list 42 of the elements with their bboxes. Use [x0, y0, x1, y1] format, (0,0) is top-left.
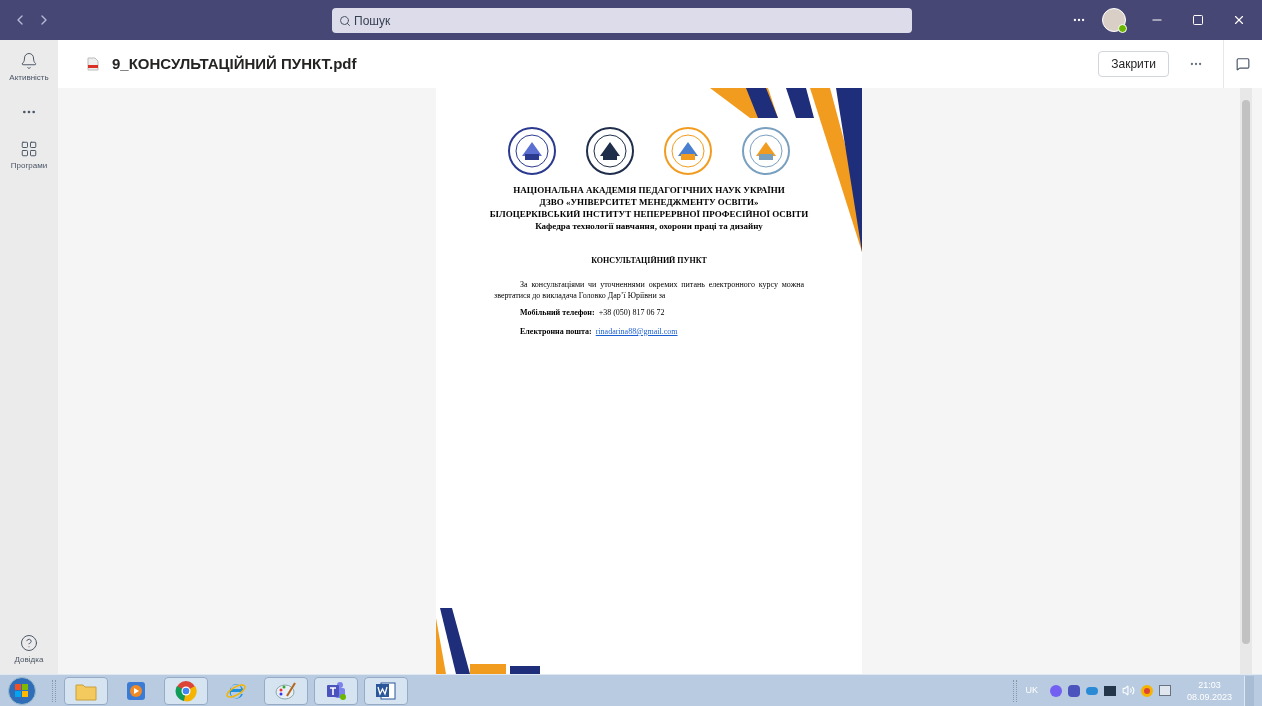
emblem-icon: [663, 126, 713, 176]
maximize-icon[interactable]: [1192, 14, 1204, 26]
organization-name: ДЗВО «УНІВЕРСИТЕТ МЕНЕДЖМЕНТУ ОСВІТИ»: [539, 196, 759, 208]
taskbar-app[interactable]: [264, 676, 308, 705]
contact-paragraph: За консультаціями чи уточненнями окремих питань електронного курсу можна звертатися до викладача Головко Дар’ї Юріївни за: [494, 279, 804, 301]
phone-number: +38 (050) 817 06 72: [598, 307, 665, 319]
email-link[interactable]: rinadarina88@gmail.com: [595, 326, 678, 338]
scrollbar[interactable]: [1240, 88, 1252, 674]
avatar[interactable]: [1102, 8, 1126, 32]
scrollbar-thumb[interactable]: [1242, 100, 1250, 644]
document-heading: КОНСУЛЬТАЦІЙНИЙ ПУНКТ: [591, 255, 707, 267]
taskbar-app[interactable]: [314, 676, 358, 705]
email-label: Електронна пошта:: [520, 326, 592, 338]
organization-name: НАЦІОНАЛЬНА АКАДЕМІЯ ПЕДАГОГІЧНИХ НАУК УКРАЇНИ: [513, 184, 785, 196]
emblem-icon: [585, 126, 635, 176]
start-button[interactable]: [8, 676, 36, 705]
palette-icon: [275, 680, 297, 701]
emblem-icon: [741, 126, 791, 176]
taskbar-app[interactable]: [364, 676, 408, 705]
file-name: 9_КОНСУЛЬТАЦІЙНИЙ ПУНКТ.pdf: [112, 53, 357, 74]
pdf-file-icon: [86, 57, 100, 71]
close-icon[interactable]: [1232, 13, 1246, 27]
organization-name: БІЛОЦЕРКІВСЬКИЙ ІНСТИТУТ НЕПЕРЕРВНОЇ ПРОФЕСІЙНОЇ ОСВІТИ: [489, 208, 809, 220]
browser-icon: [175, 679, 197, 702]
play-icon: [126, 680, 146, 701]
search-field[interactable]: Пошук: [332, 8, 912, 33]
apps-icon: [20, 140, 38, 158]
windows-logo-icon: [15, 683, 29, 698]
document-w-icon: [375, 680, 397, 701]
rail-button[interactable]: Довідка: [0, 626, 58, 674]
chat-icon[interactable]: [1236, 57, 1250, 71]
search-icon: [339, 14, 351, 27]
department-name: Кафедра технології навчання, охорони праці та дизайну: [535, 220, 763, 233]
phone-label: Мобільний телефон:: [520, 307, 595, 319]
help-icon: [20, 634, 38, 652]
rail-button[interactable]: Програми: [0, 132, 58, 180]
close-button[interactable]: Закрити: [1098, 51, 1169, 77]
taskbar-app[interactable]: [164, 676, 208, 705]
bell-icon: [20, 52, 38, 70]
emblem-icon: [507, 126, 557, 176]
rail-button[interactable]: Активність: [0, 44, 58, 92]
teams-icon: [325, 680, 347, 701]
